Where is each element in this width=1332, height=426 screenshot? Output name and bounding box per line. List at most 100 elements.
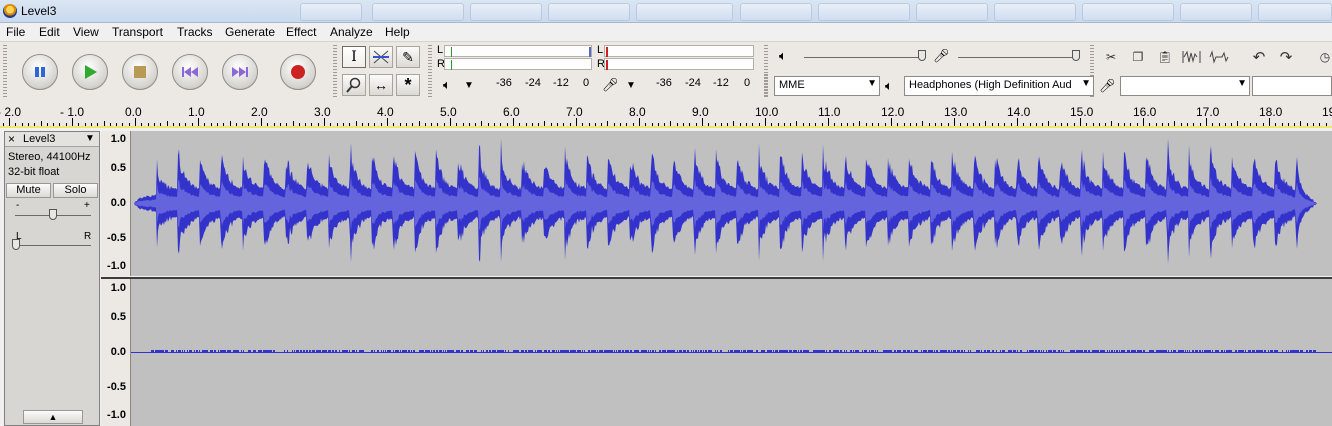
gain-slider-knob[interactable]	[49, 209, 57, 220]
stop-button[interactable]	[122, 54, 158, 90]
ruler-tick	[53, 123, 54, 126]
input-channels-select[interactable]	[1252, 76, 1332, 96]
ruler-tick	[1200, 123, 1201, 126]
toolbar-grip[interactable]	[333, 45, 337, 97]
gain-plus-label: +	[84, 200, 90, 211]
background-window-tab	[818, 3, 910, 21]
ruler-label: 7.0	[566, 105, 583, 119]
input-volume-knob[interactable]	[1072, 50, 1080, 61]
menu-transport[interactable]: Transport	[112, 25, 163, 39]
output-device-select[interactable]: Headphones (High Definition Aud ▼	[904, 76, 1094, 96]
ruler-tick	[620, 123, 621, 126]
ruler-tick	[1181, 123, 1182, 126]
envelope-tool[interactable]	[369, 46, 393, 68]
menu-tracks[interactable]: Tracks	[177, 25, 213, 39]
menu-effect[interactable]: Effect	[286, 25, 316, 39]
collapse-track-button[interactable]: ▲	[23, 410, 83, 424]
ruler-tick	[311, 123, 312, 126]
background-window-tab	[1180, 3, 1252, 21]
menu-view[interactable]: View	[73, 25, 99, 39]
track-menu-chevron-icon[interactable]: ▼	[85, 133, 95, 144]
ruler-tick	[248, 123, 249, 126]
menu-analyze[interactable]: Analyze	[330, 25, 373, 39]
output-volume-slider[interactable]	[804, 57, 922, 58]
menu-help[interactable]: Help	[385, 25, 410, 39]
toolbar-grip[interactable]	[428, 45, 432, 97]
stop-icon	[134, 66, 146, 78]
ruler-tick	[985, 121, 986, 126]
ruler-tick	[891, 118, 892, 126]
redo-button[interactable]: ↷	[1275, 46, 1297, 68]
skip-to-start-button[interactable]	[172, 54, 208, 90]
timeline-ruler[interactable]: - 2.0 - 1.0 0.0 1.0 2.0 3.0 4.0 5.0 6.0 7.0 8.0 9.0…	[0, 100, 1332, 128]
play-button[interactable]	[72, 54, 108, 90]
ruler-tick	[494, 123, 495, 126]
input-device-select[interactable]: ▼	[1120, 76, 1250, 96]
window-title: Level3	[21, 4, 57, 18]
playback-meter-right[interactable]	[444, 58, 592, 70]
ruler-tick	[444, 123, 445, 126]
ruler-tick	[803, 123, 804, 126]
track-name-bar[interactable]: × Level3 ▼	[5, 132, 99, 147]
toolbar-grip[interactable]	[3, 45, 7, 97]
ruler-tick	[790, 123, 791, 126]
menu-bar: File Edit View Transport Tracks Generate…	[0, 23, 1332, 41]
multi-tool[interactable]: *	[396, 74, 420, 96]
selection-tool[interactable]: I	[342, 46, 366, 68]
ruler-tick	[1137, 123, 1138, 126]
ruler-tick	[1130, 123, 1131, 126]
input-volume-slider[interactable]	[958, 57, 1078, 58]
ruler-tick	[847, 123, 848, 126]
undo-button[interactable]: ↶	[1248, 46, 1270, 68]
ruler-tick	[286, 123, 287, 126]
ruler-tick	[59, 123, 60, 126]
amp-label-neg-0-5: -0.5	[107, 232, 126, 244]
record-meter-menu-arrow[interactable]: ▼	[626, 80, 636, 91]
audio-host-select[interactable]: MME ▼	[774, 76, 880, 96]
copy-button[interactable]: ❐	[1127, 46, 1149, 68]
ruler-tick	[992, 123, 993, 126]
menu-generate[interactable]: Generate	[225, 25, 275, 39]
paste-button[interactable]: 📋︎	[1154, 46, 1176, 68]
menu-edit[interactable]: Edit	[39, 25, 60, 39]
cut-button[interactable]: ✂	[1100, 46, 1122, 68]
playback-meter-menu-arrow[interactable]: ▼	[464, 80, 474, 91]
pause-button[interactable]	[22, 54, 58, 90]
solo-button[interactable]: Solo	[53, 183, 98, 198]
time-shift-tool[interactable]: ↔	[369, 74, 393, 96]
ruler-tick	[173, 123, 174, 126]
ruler-tick	[822, 123, 823, 126]
skip-end-icon	[232, 67, 248, 77]
ruler-tick	[204, 123, 205, 126]
ruler-tick	[796, 121, 797, 126]
pan-slider[interactable]	[15, 245, 91, 246]
waveform-right-channel[interactable]	[131, 279, 1332, 426]
ruler-tick	[828, 118, 829, 126]
track-name[interactable]: Level3	[23, 133, 55, 145]
ruler-tick	[1017, 118, 1018, 126]
trim-button[interactable]	[1181, 46, 1203, 68]
waveform-left-channel[interactable]	[131, 131, 1332, 276]
toolbar-grip[interactable]	[764, 74, 768, 96]
skip-to-end-button[interactable]	[222, 54, 258, 90]
menu-file[interactable]: File	[6, 25, 25, 39]
record-button[interactable]	[280, 54, 316, 90]
ruler-label: 17.0	[1196, 105, 1220, 119]
output-volume-knob[interactable]	[918, 50, 926, 61]
draw-tool[interactable]: ✎	[396, 46, 420, 68]
playback-meter-left[interactable]	[444, 45, 592, 57]
ruler-tick	[1174, 121, 1175, 126]
record-meter-left[interactable]	[604, 45, 754, 57]
ruler-tick	[614, 123, 615, 126]
output-device-icon: 🔈︎	[885, 78, 893, 93]
copy-icon: ❐	[1132, 50, 1144, 64]
pan-slider-knob[interactable]	[12, 239, 20, 250]
mute-button[interactable]: Mute	[6, 183, 51, 198]
zoom-tool[interactable]	[342, 74, 366, 96]
sync-lock-button[interactable]: ◷	[1314, 46, 1332, 68]
ruler-tick	[916, 123, 917, 126]
close-track-button[interactable]: ×	[8, 132, 15, 146]
record-meter-right[interactable]	[604, 58, 754, 70]
silence-button[interactable]	[1208, 46, 1230, 68]
ruler-tick	[419, 121, 420, 126]
